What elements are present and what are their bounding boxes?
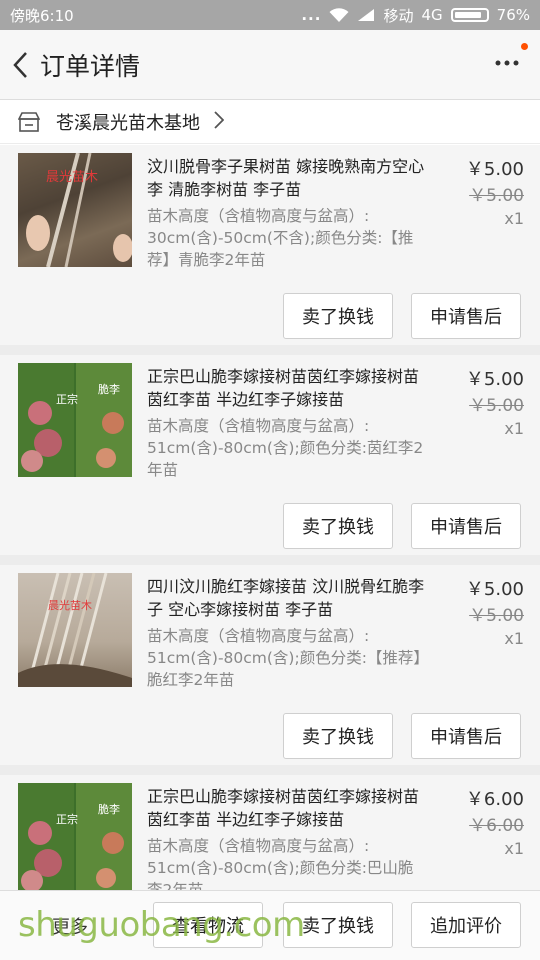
original-price: ￥6.00: [469, 816, 524, 836]
sell-for-cash-button[interactable]: 卖了换钱: [283, 293, 393, 339]
add-review-button[interactable]: 追加评价: [411, 902, 521, 948]
svg-text:脆李: 脆李: [98, 802, 120, 816]
order-item[interactable]: 正宗 脆李 正宗巴山脆李嫁接树苗茵红李嫁接树苗 茵红李苗 半边红李子嫁接苗 苗木…: [0, 355, 540, 565]
more-actions-link[interactable]: 更多: [52, 913, 88, 939]
back-icon[interactable]: [2, 30, 38, 100]
order-item[interactable]: 晨光苗木 汶川脱骨李子果树苗 嫁接晚熟南方空心李 清脆李树苗 李子苗 苗木高度（…: [0, 145, 540, 355]
product-title[interactable]: 四川汶川脆红李嫁接苗 汶川脱骨红脆李子 空心李嫁接树苗 李子苗: [147, 575, 427, 623]
svg-text:脆李: 脆李: [98, 382, 120, 396]
product-thumbnail[interactable]: 正宗 脆李: [18, 783, 132, 890]
original-price: ￥5.00: [469, 186, 524, 206]
product-spec: 苗木高度（含植物高度与盆高）: 30cm(含)-50cm(不含);颜色分类:【推…: [147, 207, 414, 269]
status-bar: 傍晚6:10 ... 移动 4G 76%: [0, 0, 540, 30]
wifi-icon: [329, 7, 349, 23]
network-label: 4G: [421, 6, 443, 24]
quantity: x1: [504, 419, 524, 438]
status-indicators: ... 移动 4G 76%: [301, 5, 530, 26]
carrier-label: 移动: [383, 6, 414, 25]
order-item-list[interactable]: 晨光苗木 汶川脱骨李子果树苗 嫁接晚熟南方空心李 清脆李树苗 李子苗 苗木高度（…: [0, 145, 540, 890]
quantity: x1: [504, 839, 524, 858]
page-title: 订单详情: [40, 51, 141, 81]
product-title[interactable]: 正宗巴山脆李嫁接树苗茵红李嫁接树苗 茵红李苗 半边红李子嫁接苗: [147, 785, 427, 833]
product-thumbnail[interactable]: 正宗 脆李: [18, 363, 132, 477]
notification-dot: [521, 43, 528, 50]
request-after-sales-button[interactable]: 申请售后: [411, 293, 521, 339]
product-title[interactable]: 正宗巴山脆李嫁接树苗茵红李嫁接树苗 茵红李苗 半边红李子嫁接苗: [147, 365, 427, 413]
signal-icon: [357, 8, 375, 22]
product-thumbnail[interactable]: 晨光苗木: [18, 153, 132, 267]
bottom-action-bar: 更多 查看物流 卖了换钱 追加评价: [0, 890, 540, 960]
sell-for-cash-button[interactable]: 卖了换钱: [283, 503, 393, 549]
original-price: ￥5.00: [469, 606, 524, 626]
product-spec: 苗木高度（含植物高度与盆高）: 51cm(含)-80cm(含);颜色分类:【推荐…: [147, 627, 422, 689]
svg-text:晨光苗木: 晨光苗木: [48, 598, 92, 612]
svg-text:正宗: 正宗: [56, 812, 78, 826]
product-spec: 苗木高度（含植物高度与盆高）: 51cm(含)-80cm(含);颜色分类:巴山脆…: [147, 837, 414, 890]
original-price: ￥5.00: [469, 396, 524, 416]
price: ￥5.00: [465, 579, 524, 600]
svg-text:正宗: 正宗: [56, 392, 78, 406]
quantity: x1: [504, 629, 524, 648]
sell-for-cash-button[interactable]: 卖了换钱: [283, 902, 393, 948]
price: ￥5.00: [465, 369, 524, 390]
battery-icon: [450, 8, 489, 22]
shop-icon: [17, 111, 41, 133]
product-title[interactable]: 汶川脱骨李子果树苗 嫁接晚熟南方空心李 清脆李树苗 李子苗: [147, 155, 427, 203]
request-after-sales-button[interactable]: 申请售后: [411, 503, 521, 549]
more-menu-icon[interactable]: [492, 48, 522, 78]
price: ￥6.00: [465, 789, 524, 810]
order-item[interactable]: 正宗 脆李 正宗巴山脆李嫁接树苗茵红李嫁接树苗 茵红李苗 半边红李子嫁接苗 苗木…: [0, 775, 540, 890]
chevron-right-icon: [214, 110, 225, 134]
sell-for-cash-button[interactable]: 卖了换钱: [283, 713, 393, 759]
status-time: 傍晚6:10: [10, 6, 74, 25]
shop-name: 苍溪晨光苗木基地: [56, 112, 200, 134]
price: ￥5.00: [465, 159, 524, 180]
request-after-sales-button[interactable]: 申请售后: [411, 713, 521, 759]
app-header: 订单详情: [0, 30, 540, 100]
notification-dots-icon: ...: [301, 6, 322, 24]
svg-text:晨光苗木: 晨光苗木: [46, 170, 98, 185]
view-logistics-button[interactable]: 查看物流: [153, 902, 263, 948]
product-thumbnail[interactable]: 晨光苗木: [18, 573, 132, 687]
order-item[interactable]: 晨光苗木 四川汶川脆红李嫁接苗 汶川脱骨红脆李子 空心李嫁接树苗 李子苗 苗木高…: [0, 565, 540, 775]
quantity: x1: [504, 209, 524, 228]
shop-row[interactable]: 苍溪晨光苗木基地: [0, 100, 540, 144]
product-spec: 苗木高度（含植物高度与盆高）: 51cm(含)-80cm(含);颜色分类:茵红李…: [147, 417, 424, 479]
battery-percent: 76%: [496, 6, 530, 24]
